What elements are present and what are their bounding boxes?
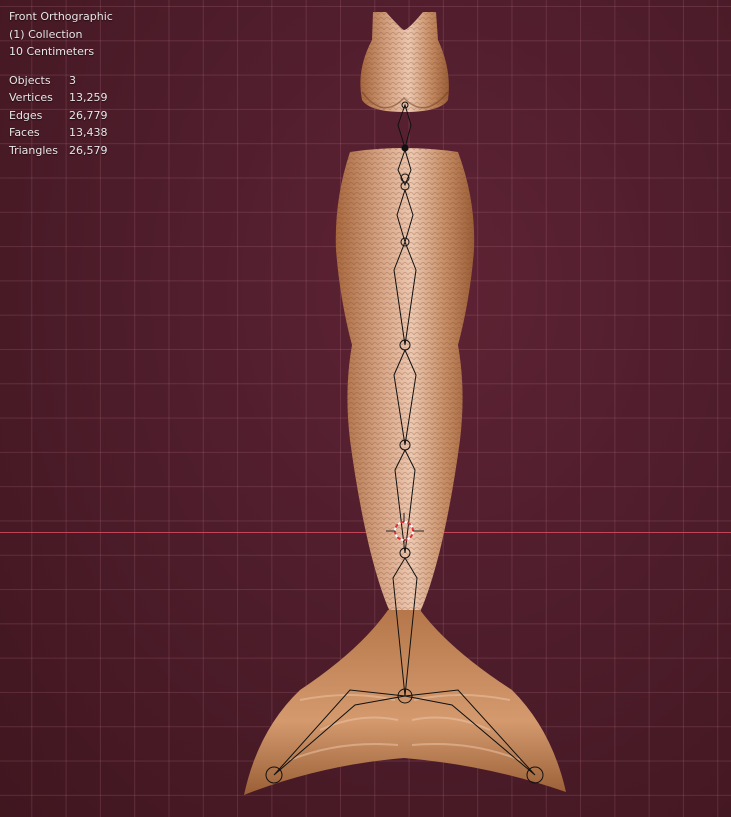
stat-label: Triangles bbox=[9, 143, 58, 157]
stat-value: 13,259 bbox=[69, 91, 108, 104]
stat-label: Edges bbox=[9, 108, 43, 122]
stat-label: Objects bbox=[9, 73, 51, 87]
stat-value: 13,438 bbox=[69, 126, 108, 139]
viewport-info-overlay: Front Orthographic (1) Collection 10 Cen… bbox=[9, 8, 113, 159]
stat-value: 26,779 bbox=[69, 108, 108, 122]
stat-value: 3 bbox=[69, 73, 76, 87]
mermaid-tail[interactable] bbox=[335, 148, 475, 612]
stat-label: Faces bbox=[9, 126, 40, 139]
3d-viewport[interactable]: Front Orthographic (1) Collection 10 Cen… bbox=[0, 0, 731, 817]
scene-statistics: Objects 3 Vertices 13,259 Edges 26,779 F… bbox=[9, 72, 113, 160]
stat-value: 26,579 bbox=[69, 143, 108, 157]
view-name: Front Orthographic bbox=[9, 10, 113, 23]
bikini-top[interactable] bbox=[360, 12, 449, 112]
collection-name: (1) Collection bbox=[9, 27, 83, 41]
stat-label: Vertices bbox=[9, 91, 53, 104]
grid-scale: 10 Centimeters bbox=[9, 45, 95, 58]
